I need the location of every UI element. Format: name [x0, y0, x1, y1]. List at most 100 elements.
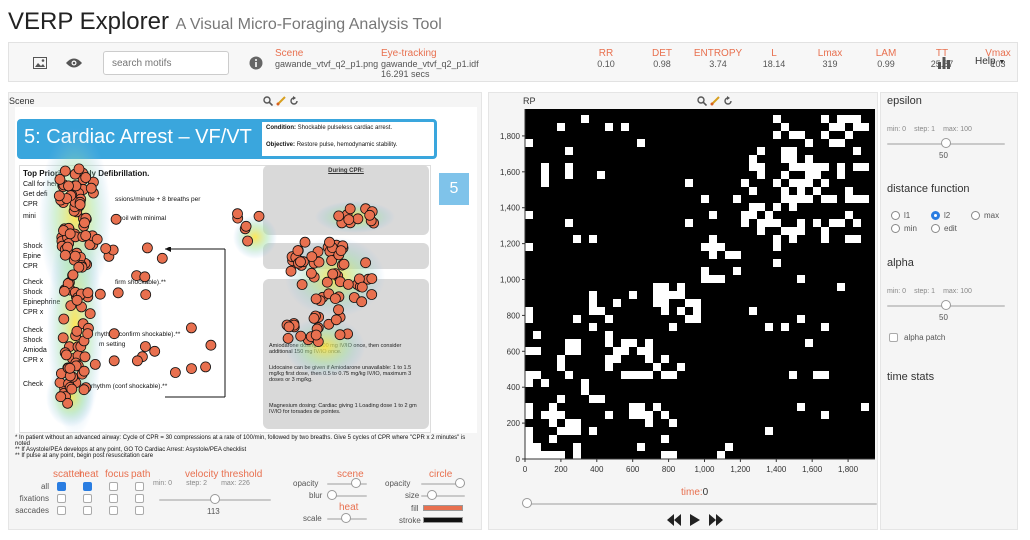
rp-point [621, 371, 629, 379]
radio-edit[interactable] [931, 224, 940, 233]
checkbox-all-scatter[interactable] [57, 482, 66, 491]
rp-point [845, 235, 853, 243]
fixation-point [299, 236, 311, 248]
checkbox-saccades-heat[interactable] [83, 506, 92, 515]
circle-size-knob[interactable] [427, 490, 437, 500]
rp-point [605, 355, 613, 363]
rp-point [565, 163, 573, 171]
fixation-point [69, 250, 81, 262]
rp-point [861, 403, 869, 411]
checkbox-saccades-path[interactable] [135, 506, 144, 515]
rp-point [669, 291, 677, 299]
rp-point [749, 203, 757, 211]
alpha-step[interactable]: step: 1 [914, 288, 935, 295]
velocity-min[interactable]: min: 0 [153, 480, 172, 487]
rp-point [613, 355, 621, 363]
scene-opacity-knob[interactable] [351, 478, 361, 488]
rp-point [557, 123, 565, 131]
alpha-patch-checkbox[interactable] [889, 333, 898, 342]
distance-option-label: max [984, 211, 1000, 220]
alpha-title: alpha [887, 257, 914, 269]
checkbox-fixations-scatter[interactable] [57, 494, 66, 503]
alpha-max[interactable]: max: 100 [943, 288, 972, 295]
stroke-color-swatch[interactable] [423, 517, 463, 523]
epsilon-max[interactable]: max: 100 [943, 126, 972, 133]
rp-point [645, 347, 653, 355]
distance-title: distance function [887, 183, 970, 195]
image-icon[interactable] [31, 54, 49, 72]
toolbar: Scene gawande_vtvf_q2_p1.png Eye-trackin… [8, 42, 1018, 82]
checkbox-saccades-scatter[interactable] [57, 506, 66, 515]
rp-point [661, 355, 669, 363]
radio-max[interactable] [971, 211, 980, 220]
rp-point [525, 403, 533, 411]
checkbox-all-heat[interactable] [83, 482, 92, 491]
rp-point [541, 171, 549, 179]
time-slider[interactable] [525, 503, 877, 505]
epsilon-title: epsilon [887, 95, 922, 107]
info-icon[interactable] [247, 54, 265, 72]
rp-point [797, 131, 805, 139]
bar-chart-icon[interactable] [937, 55, 951, 74]
alpha-slider-knob[interactable] [941, 300, 951, 310]
radio-l1[interactable] [891, 211, 900, 220]
scene-opacity-slider[interactable] [327, 483, 367, 485]
epsilon-step[interactable]: step: 1 [914, 126, 935, 133]
time-slider-knob[interactable] [522, 498, 532, 508]
velocity-slider-knob[interactable] [210, 494, 220, 504]
circle-opacity-knob[interactable] [455, 478, 465, 488]
recurrence-plot[interactable]: 1,800 1,600 1,400 1,200 1,000 800 600 400 200 00 2… [489, 107, 879, 487]
rp-point [789, 155, 797, 163]
play-icon[interactable] [689, 513, 701, 531]
rp-point [717, 243, 725, 251]
checkbox-saccades-focus[interactable] [109, 506, 118, 515]
epsilon-min[interactable]: min: 0 [887, 126, 906, 133]
rp-point [605, 123, 613, 131]
fill-color-swatch[interactable] [423, 505, 463, 511]
rp-point [525, 371, 533, 379]
fast-forward-icon[interactable] [709, 513, 723, 531]
checkbox-fixations-heat[interactable] [83, 494, 92, 503]
checkbox-fixations-path[interactable] [135, 494, 144, 503]
rp-point [773, 235, 781, 243]
alpha-min[interactable]: min: 0 [887, 288, 906, 295]
rp-point [653, 299, 661, 307]
rp-x-tick-label: 1,600 [802, 465, 823, 474]
epsilon-range: min: 0 step: 1 max: 100 [887, 126, 972, 133]
epsilon-slider-knob[interactable] [941, 138, 951, 148]
rp-point [589, 307, 597, 315]
velocity-step[interactable]: step: 2 [186, 480, 207, 487]
rp-point [757, 147, 765, 155]
footnotes: * In patient without an advanced airway:… [15, 435, 477, 459]
scene-image[interactable]: 5: Cardiac Arrest – VF/VT Condition: Sho… [15, 107, 477, 433]
rewind-icon[interactable] [667, 513, 681, 531]
eye-duration: 16.291 secs [381, 69, 430, 79]
scene-blur-knob[interactable] [327, 490, 337, 500]
rp-point [837, 283, 845, 291]
rp-point [549, 411, 557, 419]
rp-point [821, 179, 829, 187]
fixation-point [338, 258, 350, 270]
checkbox-fixations-focus[interactable] [109, 494, 118, 503]
velocity-range: min: 0 step: 2 max: 226 [153, 480, 250, 487]
heat-scale-knob[interactable] [341, 513, 351, 523]
help-menu[interactable]: Help ▼ [975, 56, 1005, 67]
radio-l2[interactable] [931, 211, 940, 220]
radio-min[interactable] [891, 224, 900, 233]
search-input[interactable] [103, 51, 229, 75]
fixation-point [333, 304, 344, 316]
rp-point [525, 451, 533, 459]
velocity-max[interactable]: max: 226 [221, 480, 250, 487]
rp-point [773, 131, 781, 139]
rp-point [685, 299, 693, 307]
rp-point [541, 451, 549, 459]
rp-point [757, 171, 765, 179]
rp-point [845, 131, 853, 139]
rp-point [805, 171, 813, 179]
rp-point [789, 163, 797, 171]
eye-icon[interactable] [65, 54, 83, 72]
checkbox-all-path[interactable] [135, 482, 144, 491]
rp-point [525, 315, 533, 323]
fixation-point [200, 361, 212, 373]
checkbox-all-focus[interactable] [109, 482, 118, 491]
